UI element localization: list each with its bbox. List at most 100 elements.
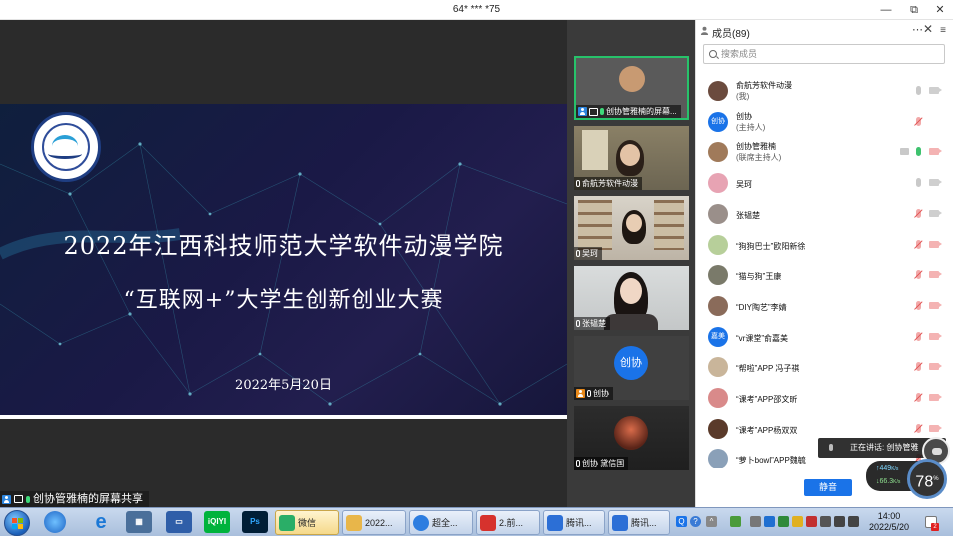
more-options-icon[interactable]: ⋯ xyxy=(912,23,923,36)
close-panel-icon[interactable]: ✕ xyxy=(923,22,933,36)
media-player-icon[interactable]: ▦ xyxy=(126,511,152,533)
camera-off-icon[interactable] xyxy=(929,363,942,371)
member-name: “猫与狗”王康 xyxy=(736,272,782,282)
member-name: “课考”APP邵文昕 xyxy=(736,395,798,404)
member-row[interactable]: “帮啦”APP 冯子祺 xyxy=(696,352,953,382)
video-tile-column: 创协管雅楠的屏幕... 俞航芳软件动漫 吴珂 张韫楚 创协 创协 创协 黛信国 xyxy=(567,20,695,507)
mute-all-button[interactable]: 静音 xyxy=(804,479,852,496)
action-center-icon[interactable]: 2 xyxy=(925,516,939,531)
battery-icon[interactable] xyxy=(730,516,741,527)
shield-icon[interactable] xyxy=(778,516,789,527)
taskbar-clock[interactable]: 14:00 2022/5/20 xyxy=(864,511,914,533)
browser-icon[interactable] xyxy=(44,511,66,533)
slide-bottom-bar xyxy=(0,415,567,419)
member-row[interactable]: 创协管雅楠 (联席主持人) xyxy=(696,137,953,167)
taskbar: e ▦ ▭ iQIYI Ps 微信 2022... 超全... 2.前... 腾… xyxy=(0,507,953,536)
taskbar-app-tencent-meeting[interactable]: 腾讯... xyxy=(608,510,670,535)
member-name: 吴珂 xyxy=(736,180,752,190)
camera-off-icon[interactable] xyxy=(929,148,942,156)
camera-off-icon[interactable] xyxy=(929,394,942,401)
member-row[interactable]: 创协 创协 (主持人) xyxy=(696,107,953,137)
mic-muted-icon[interactable] xyxy=(916,208,921,218)
photoshop-icon[interactable]: Ps xyxy=(242,511,268,533)
slide-date: 2022年5月20日 xyxy=(235,378,332,393)
member-row[interactable]: “课考”APP邵文昕 xyxy=(696,383,953,413)
member-avatar: 嘉美 xyxy=(708,326,728,347)
member-avatar xyxy=(708,203,728,224)
slide-title: 2022年江西科技师范大学软件动漫学院 xyxy=(63,232,504,260)
mic-muted-icon[interactable] xyxy=(916,393,921,402)
tencent-meeting-icon xyxy=(612,514,628,531)
internet-explorer-icon[interactable]: e xyxy=(88,511,114,533)
member-row[interactable]: 张韫楚 xyxy=(696,199,953,229)
mic-muted-icon[interactable] xyxy=(916,270,921,280)
panel-menu-icon[interactable]: ≡ xyxy=(936,24,950,38)
volume-icon[interactable] xyxy=(834,516,845,527)
security-icon[interactable] xyxy=(764,516,775,527)
mic-off-icon xyxy=(576,460,580,467)
member-name: “萝卜bowl”APP魏毓 xyxy=(736,456,806,466)
video-tile[interactable]: 张韫楚 xyxy=(574,266,689,330)
iqiyi-icon[interactable]: iQIYI xyxy=(204,511,230,533)
camera-off-icon[interactable] xyxy=(929,271,942,279)
video-tile-label: 创协 黛信国 xyxy=(574,457,629,470)
screen-share-area: 2022年江西科技师范大学软件动漫学院 “互联网+”大学生创新创业大赛 2022… xyxy=(0,20,567,507)
mic-muted-icon[interactable] xyxy=(916,423,921,433)
usb-icon[interactable] xyxy=(750,516,761,527)
member-name: “vr课堂”俞嘉美 xyxy=(736,333,788,343)
folder-icon xyxy=(346,514,362,531)
camera-off-icon[interactable] xyxy=(929,332,942,340)
mic-muted-icon[interactable] xyxy=(916,362,921,372)
mic-muted-icon[interactable] xyxy=(916,300,921,310)
restore-button[interactable]: ⧉ xyxy=(902,2,926,18)
member-row[interactable]: “DIY陶艺”李婧 xyxy=(696,291,953,321)
camera-icon[interactable] xyxy=(929,209,942,217)
mic-icon[interactable] xyxy=(916,178,921,188)
input-method-icon[interactable] xyxy=(820,516,831,527)
taskbar-app-wechat[interactable]: 微信 xyxy=(275,510,339,535)
mic-muted-icon[interactable] xyxy=(916,331,921,341)
close-button[interactable]: ✕ xyxy=(928,2,952,18)
video-tile-label: 创协 xyxy=(574,387,613,400)
taskbar-app-browser[interactable]: 超全... xyxy=(409,510,473,535)
help-icon[interactable]: ? xyxy=(690,516,701,527)
camera-off-icon[interactable] xyxy=(929,240,942,248)
minimize-button[interactable]: — xyxy=(874,2,898,18)
app-tray-icon[interactable] xyxy=(806,516,817,527)
camera-off-icon[interactable] xyxy=(929,424,942,432)
taskbar-app-tencent-meeting[interactable]: 腾讯... xyxy=(543,510,605,535)
desktop-icon[interactable]: ▭ xyxy=(166,511,192,533)
member-avatar xyxy=(708,81,728,101)
video-tile[interactable]: 创协 黛信国 xyxy=(574,406,689,470)
start-button[interactable] xyxy=(4,510,30,536)
camera-icon[interactable] xyxy=(929,87,942,94)
member-row[interactable]: 嘉美 “vr课堂”俞嘉美 xyxy=(696,322,953,352)
network-icon[interactable] xyxy=(848,516,859,527)
mic-muted-icon[interactable] xyxy=(916,239,921,249)
taskbar-app-folder[interactable]: 2022... xyxy=(342,510,406,535)
video-tile[interactable]: 创协 创协 xyxy=(574,336,689,400)
member-search-input[interactable] xyxy=(721,49,921,59)
mic-icon[interactable] xyxy=(916,147,921,157)
member-row[interactable]: 吴珂 xyxy=(696,168,953,198)
member-row[interactable]: “猫与狗”王康 xyxy=(696,260,953,290)
mic-muted-icon[interactable] xyxy=(916,116,921,126)
camera-icon[interactable] xyxy=(929,179,942,187)
member-search[interactable] xyxy=(703,44,945,64)
camera-off-icon[interactable] xyxy=(929,301,942,309)
member-avatar xyxy=(708,234,728,255)
video-tile[interactable]: 吴珂 xyxy=(574,196,689,260)
tray-arrow-icon[interactable]: ^ xyxy=(706,516,717,527)
cpu-usage-gauge[interactable]: 78% xyxy=(907,459,947,499)
antivirus-icon[interactable] xyxy=(792,516,803,527)
mic-icon[interactable] xyxy=(916,86,921,95)
member-row[interactable]: 俞航芳软件动漫 (我) xyxy=(696,76,953,106)
video-tile[interactable]: 创协管雅楠的屏幕... xyxy=(574,56,689,120)
member-row[interactable]: “狗狗巴士”欧阳新徐 xyxy=(696,230,953,260)
video-tile-name: 创协 黛信国 xyxy=(582,459,625,468)
tencent-meeting-icon xyxy=(547,514,563,531)
qq-icon[interactable]: Q xyxy=(676,516,687,527)
taskbar-app-wps[interactable]: 2.前... xyxy=(476,510,540,535)
member-role: (联席主持人) xyxy=(736,153,782,163)
video-tile[interactable]: 俞航芳软件动漫 xyxy=(574,126,689,190)
